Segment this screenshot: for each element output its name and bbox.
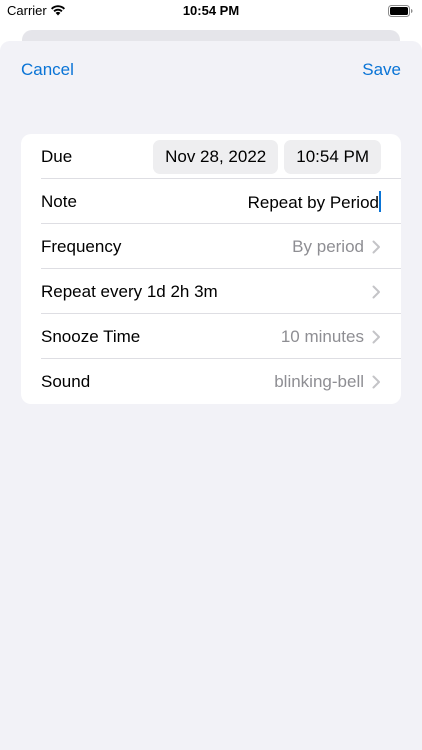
- save-button[interactable]: Save: [362, 60, 401, 80]
- sound-value: blinking-bell: [274, 371, 364, 391]
- due-pickers: Nov 28, 2022 10:54 PM: [153, 139, 381, 174]
- sound-row[interactable]: Sound blinking-bell: [21, 359, 401, 404]
- cancel-button[interactable]: Cancel: [21, 60, 74, 80]
- due-label: Due: [41, 146, 73, 166]
- chevron-right-icon: [372, 330, 380, 343]
- due-time-picker[interactable]: 10:54 PM: [284, 139, 381, 174]
- snooze-row[interactable]: Snooze Time 10 minutes: [21, 314, 401, 359]
- snooze-label: Snooze Time: [41, 326, 141, 346]
- due-date-picker[interactable]: Nov 28, 2022: [153, 139, 279, 174]
- battery-icon: [388, 5, 413, 17]
- modal-sheet: Cancel Save Due Nov 28, 2022 10:54 PM No…: [0, 41, 422, 750]
- frequency-value: By period: [292, 236, 364, 256]
- frequency-row[interactable]: Frequency By period: [21, 224, 401, 269]
- alarm-form: Due Nov 28, 2022 10:54 PM Note Repeat by…: [21, 134, 401, 404]
- chevron-right-icon: [372, 375, 380, 388]
- repeat-label: Repeat every 1d 2h 3m: [41, 281, 218, 301]
- text-caret: [379, 190, 381, 212]
- frequency-label: Frequency: [41, 236, 122, 256]
- note-row[interactable]: Note Repeat by Period: [21, 179, 401, 224]
- repeat-row[interactable]: Repeat every 1d 2h 3m: [21, 269, 401, 314]
- status-time: 10:54 PM: [182, 3, 240, 18]
- status-bar: Carrier 10:54 PM: [0, 0, 422, 24]
- sound-label: Sound: [41, 371, 91, 391]
- note-input[interactable]: Repeat by Period: [247, 190, 381, 213]
- chevron-right-icon: [372, 285, 380, 298]
- nav-bar: Cancel Save: [0, 41, 422, 99]
- chevron-right-icon: [372, 240, 380, 253]
- due-row: Due Nov 28, 2022 10:54 PM: [21, 134, 401, 179]
- note-input-value: Repeat by Period: [247, 192, 379, 212]
- note-label: Note: [41, 191, 77, 211]
- snooze-value: 10 minutes: [280, 326, 364, 346]
